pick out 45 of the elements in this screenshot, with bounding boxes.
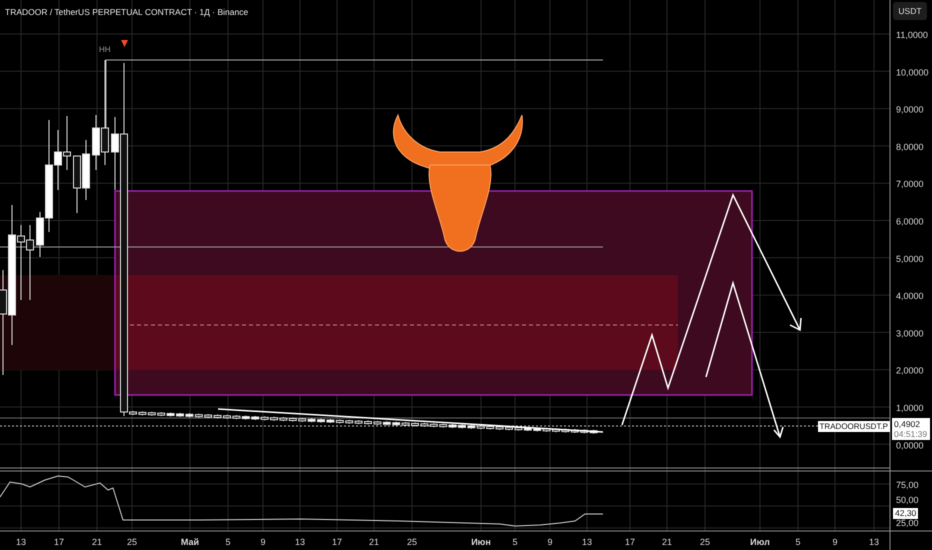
time-axis-label: Июл xyxy=(750,537,770,547)
time-axis-label: 9 xyxy=(260,537,266,547)
time-axis-label: 25 xyxy=(407,537,417,547)
price-axis-label: 5,0000 xyxy=(896,254,924,264)
indicator-axis-label: 50,00 xyxy=(896,495,919,505)
time-axis-label: 13 xyxy=(16,537,26,547)
price-axis-label: 10,0000 xyxy=(896,67,929,78)
time-axis-label: 25 xyxy=(127,537,137,547)
time-axis-label: 13 xyxy=(295,537,305,547)
price-axis-label: 9,0000 xyxy=(896,104,924,115)
time-axis-label: 17 xyxy=(54,537,64,547)
price-axis-label: 3,0000 xyxy=(896,328,924,338)
price-axis-label: 2,0000 xyxy=(896,366,924,376)
indicator-value: 42,30 xyxy=(893,508,918,519)
price-axis-label: 11,0000 xyxy=(896,30,928,40)
time-axis-label: 17 xyxy=(625,537,635,547)
countdown: 04:51:39 xyxy=(894,429,928,439)
marker-icon xyxy=(121,40,128,47)
high-label: HH xyxy=(99,45,111,54)
symbol-tag: TRADOORUSDT.P xyxy=(818,421,890,432)
time-axis-label: 5 xyxy=(796,537,800,547)
time-axis-label: 13 xyxy=(582,537,592,547)
price-axis-label: 6,0000 xyxy=(896,216,924,226)
time-axis-label: 5 xyxy=(226,537,230,547)
price-axis-label: 4,0000 xyxy=(896,291,924,302)
time-axis-label: 21 xyxy=(92,537,102,547)
price-axis-label: 1,0000 xyxy=(896,403,924,413)
time-axis-label: 17 xyxy=(332,537,342,547)
time-axis-label: 9 xyxy=(548,537,552,547)
indicator-axis-label: 25,00 xyxy=(896,518,919,528)
time-axis-label: 25 xyxy=(700,537,710,547)
time-axis-label: Май xyxy=(180,537,200,547)
price-axis-label: 7,0000 xyxy=(896,179,924,190)
time-axis-label: 9 xyxy=(832,537,838,547)
currency-button[interactable]: USDT xyxy=(893,2,927,20)
price-axis-label: 0,0000 xyxy=(896,440,924,450)
time-axis-label: 21 xyxy=(662,537,672,547)
time-axis-label: 21 xyxy=(369,537,379,547)
price-value: 0,4902 xyxy=(894,419,921,429)
time-axis-label: 5 xyxy=(512,537,518,547)
indicator-axis-label: 75,00 xyxy=(896,480,919,490)
time-axis-label: 13 xyxy=(869,537,879,547)
chart-title: TRADOOR / TetherUS PERPETUAL CONTRACT · 1Д · Binance xyxy=(5,7,248,17)
time-axis-label: Июн xyxy=(471,537,491,547)
price-axis-label: 8,0000 xyxy=(896,142,924,152)
